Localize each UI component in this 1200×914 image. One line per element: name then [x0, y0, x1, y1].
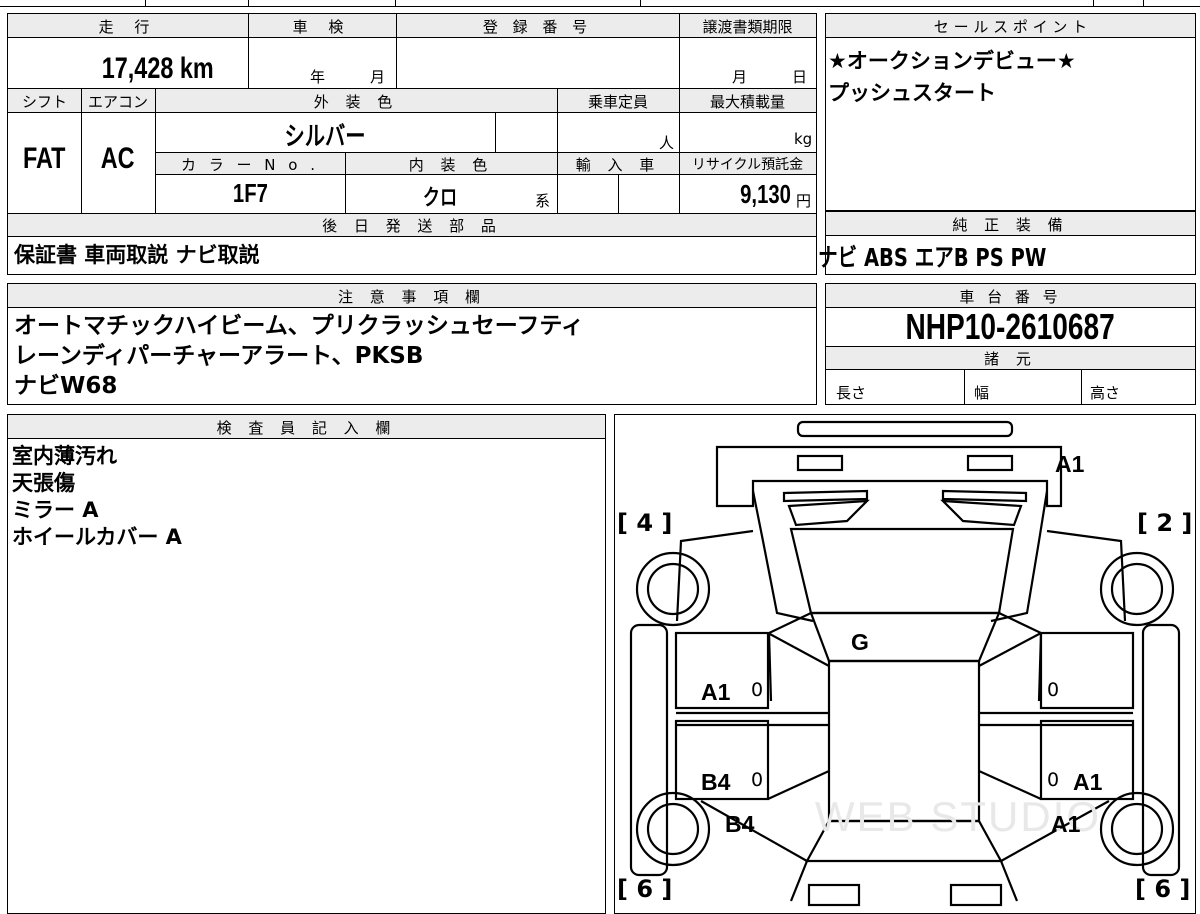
aircon-value: AC	[101, 142, 135, 175]
chassis-number: NHP10-2610687	[905, 306, 1116, 347]
mark-right-rear-fender: A1	[1051, 811, 1081, 837]
inspector-line-1: 室内薄汚れ	[12, 444, 117, 468]
zero-left-rear: 0	[751, 769, 764, 791]
specs-header: 諸 元	[984, 350, 1037, 368]
zero-right-rear: 0	[1047, 769, 1060, 791]
recycle-unit: 円	[796, 192, 812, 210]
inspector-line-3: ミラー A	[12, 498, 99, 522]
inspector-box: 検 査 員 記 入 欄 室内薄汚れ 天張傷 ミラー A ホイールカバー A	[7, 414, 606, 914]
later-parts-value: 保証書 車両取説 ナビ取説	[14, 243, 260, 267]
mileage-header: 走 行	[98, 18, 158, 36]
aircon-header: エアコン	[87, 93, 148, 111]
mark-glass: G	[851, 629, 869, 655]
max-load-header: 最大積載量	[709, 93, 785, 111]
registration-header: 登 録 番 号	[482, 18, 593, 36]
notes-header: 注 意 事 項 欄	[337, 288, 487, 306]
mileage-value: 17,428 km	[102, 52, 214, 85]
interior-color-value: クロ	[422, 186, 458, 211]
top-strip	[0, 0, 1200, 7]
transfer-day-unit: 日	[792, 68, 808, 86]
inspection-header: 車 検	[292, 18, 352, 36]
spec-length: 長さ	[836, 384, 867, 402]
notes-box: 注 意 事 項 欄 オートマチックハイビーム、プリクラッシュセーフティ レーンデ…	[7, 283, 817, 405]
spec-width: 幅	[974, 384, 990, 402]
later-parts-header: 後 日 発 送 部 品	[322, 217, 502, 235]
exterior-color-header: 外 装 色	[313, 93, 399, 111]
equipment-value: ナビ ABS エアB PS PW	[818, 243, 1047, 272]
inspector-header: 検 査 員 記 入 欄	[216, 419, 397, 437]
sales-point-header: セ ー ル ス ポ イ ン ト	[933, 18, 1088, 36]
shift-value: FAT	[23, 142, 66, 175]
color-no-value: 1F7	[232, 178, 268, 208]
inspector-line-4: ホイールカバー A	[12, 525, 182, 549]
zero-right-front: 0	[1047, 679, 1060, 701]
sales-point-box: セ ー ル ス ポ イ ン ト ★オークションデビュー★ プッシュスタート	[825, 13, 1196, 211]
damage-diagram: WEB STUDIO [ 4 ] [ 2 ] [ 6 ] [ 6 ] A1 G …	[614, 414, 1196, 914]
import-header: 輸 入 車	[575, 156, 661, 174]
equipment-box: 純 正 装 備 ナビ ABS エアB PS PW	[818, 211, 1196, 275]
notes-line-1: オートマチックハイビーム、プリクラッシュセーフティ	[14, 313, 584, 339]
spec-height: 高さ	[1090, 384, 1121, 402]
interior-color-suffix: 系	[535, 192, 551, 210]
shift-header: シフト	[21, 93, 67, 111]
recycle-header: リサイクル預託金	[691, 157, 804, 173]
mark-left-rear-fender: B4	[725, 811, 755, 837]
chassis-header: 車 台 番 号	[959, 288, 1062, 306]
sales-point-line-2: プッシュスタート	[828, 81, 996, 105]
mark-right-rear-door: A1	[1073, 769, 1103, 795]
recycle-value: 9,130	[740, 179, 791, 209]
inspection-month-unit: 月	[370, 68, 386, 86]
bracket-rear-left: [ 6 ]	[617, 875, 673, 903]
sales-point-line-1: ★オークションデビュー★	[828, 49, 1076, 73]
exterior-color-value: シルバー	[284, 122, 366, 152]
max-load-unit: kg	[794, 130, 813, 148]
mark-left-rear-door: B4	[701, 769, 731, 795]
notes-line-2: レーンディパーチャーアラート、PKSB	[14, 343, 424, 369]
capacity-unit: 人	[659, 134, 675, 152]
inspection-year-unit: 年	[310, 68, 326, 86]
transfer-month-unit: 月	[732, 68, 748, 86]
bracket-front-right: [ 2 ]	[1137, 509, 1193, 537]
inspector-line-2: 天張傷	[12, 471, 75, 495]
bracket-rear-right: [ 6 ]	[1135, 875, 1191, 903]
mark-left-front-door: A1	[701, 679, 731, 705]
transfer-deadline-header: 譲渡書類期限	[702, 18, 793, 36]
equipment-header: 純 正 装 備	[952, 216, 1069, 234]
interior-color-header: 内 装 色	[408, 156, 494, 174]
zero-left-front: 0	[751, 679, 764, 701]
notes-line-3: ナビW68	[14, 373, 118, 399]
color-no-header: カ ラ ー N o .	[180, 156, 319, 174]
vehicle-info-grid: 走 行 車 検 登 録 番 号 譲渡書類期限 17,428 km 年 月 月 日…	[7, 13, 817, 275]
mark-front: A1	[1055, 451, 1085, 477]
chassis-box: 車 台 番 号 NHP10-2610687 諸 元 長さ 幅 高さ	[825, 283, 1196, 405]
capacity-header: 乗車定員	[587, 93, 648, 111]
bracket-front-left: [ 4 ]	[617, 509, 673, 537]
